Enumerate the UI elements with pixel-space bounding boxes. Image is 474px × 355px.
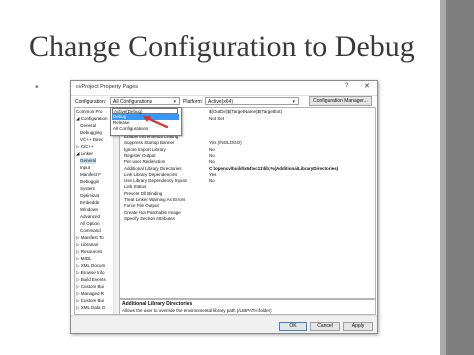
property-value: No bbox=[209, 146, 215, 152]
property-value: No bbox=[209, 178, 215, 184]
property-pages-dialog: cvProject Property Pages ? ✕ Configurati… bbox=[70, 80, 378, 334]
tree-item[interactable]: ▷ Custom Bui bbox=[76, 284, 104, 290]
tree-item[interactable]: ▷ Manifest To bbox=[76, 235, 104, 241]
property-value: No bbox=[209, 152, 215, 158]
tree-item[interactable]: All Option bbox=[80, 221, 100, 227]
description-text: Allows the user to override the environm… bbox=[122, 308, 272, 313]
accent-stripe bbox=[440, 0, 446, 355]
tree-item[interactable]: Command bbox=[80, 228, 101, 234]
tree-item[interactable]: General bbox=[80, 158, 97, 164]
configuration-select-value: All Configurations bbox=[113, 99, 153, 105]
tree-item[interactable]: System bbox=[80, 186, 95, 192]
property-name: Specify Section Attributes bbox=[124, 215, 176, 221]
property-name: Suppress Startup Banner bbox=[124, 140, 175, 146]
dialog-title: cvProject Property Pages bbox=[76, 84, 139, 90]
description-title: Additional Library Directories bbox=[122, 301, 193, 307]
property-name: Treat Linker Warning As Errors bbox=[124, 197, 186, 202]
tree-item[interactable]: ◢ Linker bbox=[76, 151, 93, 157]
table-row[interactable]: Register Output No bbox=[120, 153, 375, 159]
slide-accent-bar bbox=[440, 0, 474, 355]
table-row[interactable]: Link Status bbox=[120, 184, 375, 190]
table-row[interactable]: Per-user Redirection No bbox=[120, 159, 375, 165]
property-value: No bbox=[209, 159, 215, 165]
configuration-manager-button[interactable]: Configuration Manager... bbox=[309, 96, 372, 106]
platform-select-value: Active(x64) bbox=[208, 99, 234, 105]
property-name: Link Status bbox=[124, 184, 147, 190]
close-icon[interactable]: ✕ bbox=[364, 82, 370, 90]
tree-item[interactable]: Windows bbox=[80, 207, 98, 213]
tree-item[interactable]: Embedde bbox=[80, 200, 99, 206]
tree-item[interactable]: Debugging bbox=[80, 130, 102, 136]
table-row[interactable]: Use Library Dependency Inputs No bbox=[120, 178, 375, 184]
property-value: Yes (/NOLOGO) bbox=[209, 140, 242, 146]
table-row[interactable]: Create Hot Patchable Image bbox=[120, 210, 375, 216]
property-value: Not Set bbox=[209, 116, 225, 121]
property-description-panel: Additional Library Directories Allows th… bbox=[119, 299, 376, 315]
property-value: C:\opencv\build\x64\vc11\lib;%(Additiona… bbox=[209, 165, 339, 171]
annotation-arrow-icon bbox=[143, 116, 169, 129]
property-name: Link Library Dependencies bbox=[124, 171, 178, 177]
property-name: Create Hot Patchable Image bbox=[124, 209, 181, 215]
tree-item[interactable]: Optimizat bbox=[80, 193, 99, 199]
slide-title: Change Configuration to Debug bbox=[29, 30, 415, 63]
property-tree: Common Pro ◢ Configuration General Debuggin… bbox=[74, 107, 120, 315]
table-row[interactable]: Specify Section Attributes bbox=[120, 216, 375, 222]
platform-label: Platform: bbox=[183, 99, 204, 105]
tree-item[interactable]: ▷ Resources bbox=[76, 249, 102, 255]
dialog-footer: OK Cancel Apply bbox=[71, 315, 377, 333]
tree-item[interactable]: Common Pro bbox=[76, 109, 103, 115]
property-name: Use Library Dependency Inputs bbox=[124, 178, 188, 184]
tree-item[interactable]: ▷ XML Docum bbox=[76, 263, 105, 269]
chevron-down-icon: ▼ bbox=[172, 99, 177, 104]
ok-button[interactable]: OK bbox=[279, 322, 307, 331]
tree-item[interactable]: ▷ Browse Info bbox=[76, 270, 104, 276]
apply-button[interactable]: Apply bbox=[343, 322, 373, 331]
table-row[interactable]: Prevent Dll Binding bbox=[120, 191, 375, 197]
tree-item[interactable]: ◢ Configuration bbox=[76, 116, 107, 122]
property-name: Ignore Import Library bbox=[124, 146, 166, 152]
tree-item[interactable]: General bbox=[80, 123, 96, 129]
cancel-button[interactable]: Cancel bbox=[310, 322, 340, 331]
configuration-select[interactable]: All Configurations ▼ bbox=[110, 97, 180, 105]
tree-item[interactable]: ▷ Managed R bbox=[76, 291, 104, 297]
tree-item[interactable]: Debuggin bbox=[80, 179, 99, 185]
tree-item[interactable]: VC++ Direc bbox=[80, 137, 103, 143]
property-name: Register Output bbox=[124, 152, 156, 158]
table-row[interactable]: Force File Output bbox=[120, 203, 375, 209]
property-name: Additional Library Directories bbox=[124, 165, 182, 171]
table-row[interactable]: Additional Library Directories C:\opencv\… bbox=[120, 166, 375, 172]
tree-item[interactable]: ▷ Librarian bbox=[76, 242, 98, 248]
tree-item[interactable]: ▷ XML Data G bbox=[76, 305, 105, 311]
slide-bullet: • bbox=[35, 82, 39, 93]
table-row[interactable]: Ignore Import Library No bbox=[120, 147, 375, 153]
property-name: Per-user Redirection bbox=[124, 159, 166, 165]
property-value: $(OutDir)$(TargetName)$(TargetExt) bbox=[209, 109, 283, 114]
tree-item[interactable]: ▷ Build Events bbox=[76, 277, 106, 283]
table-row[interactable]: Treat Linker Warning As Errors bbox=[120, 197, 375, 203]
tree-item[interactable]: ▷ C/C++ bbox=[76, 144, 94, 150]
chevron-down-icon: ▼ bbox=[291, 99, 296, 104]
help-icon[interactable]: ? bbox=[345, 83, 348, 89]
property-name: Force File Output bbox=[124, 203, 159, 209]
property-name: Prevent Dll Binding bbox=[124, 190, 163, 196]
platform-select[interactable]: Active(x64) ▼ bbox=[205, 97, 299, 105]
table-row[interactable]: Link Library Dependencies Yes bbox=[120, 172, 375, 178]
tree-item[interactable]: Advanced bbox=[80, 214, 100, 220]
tree-item[interactable]: ▷ Custom Bui bbox=[76, 298, 104, 304]
configuration-label: Configuration: bbox=[75, 99, 107, 105]
tree-item[interactable]: ▷ MIDL bbox=[76, 256, 91, 262]
tree-item[interactable]: Input bbox=[80, 165, 90, 171]
dialog-titlebar: cvProject Property Pages ? ✕ bbox=[71, 81, 377, 96]
property-value: Yes bbox=[209, 171, 217, 177]
table-row[interactable]: Suppress Startup Banner Yes (/NOLOGO) bbox=[120, 140, 375, 146]
tree-item[interactable]: Manifest F bbox=[80, 172, 101, 178]
